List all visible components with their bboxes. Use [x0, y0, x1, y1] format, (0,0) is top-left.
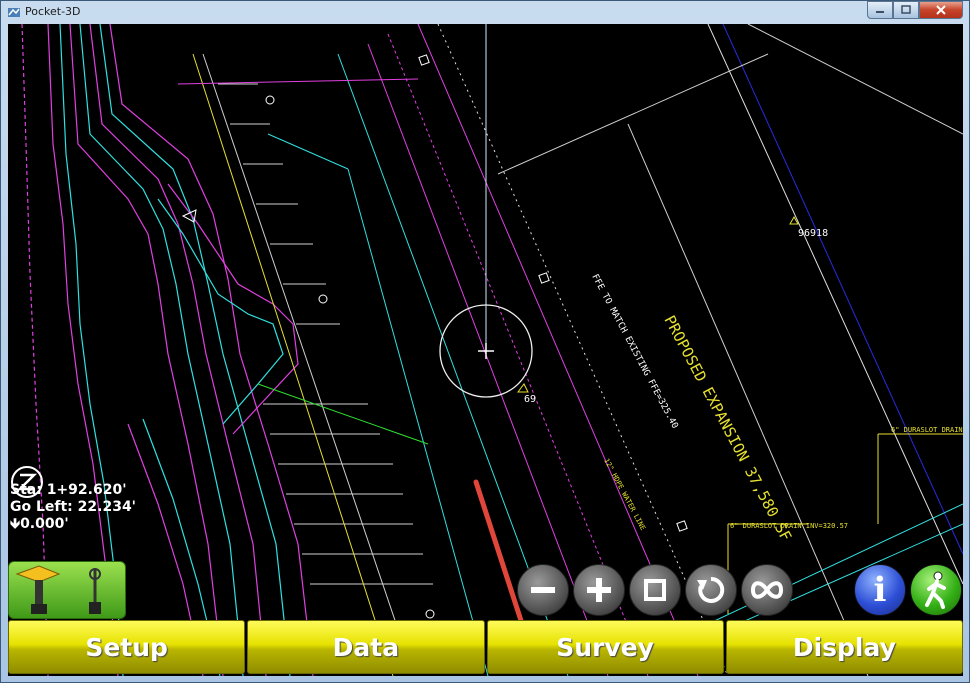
cad-drawing: 96918 69 FFE TO MATCH EXISTING FFE=325.4…	[21, 24, 963, 676]
station-text: Sta: 1+92.620'	[10, 482, 127, 498]
info-icon: i	[873, 570, 887, 610]
minimize-button[interactable]	[867, 1, 893, 19]
square-icon	[644, 579, 666, 601]
station-readout: Sta: 1+92.620' Go Left: 22.234' 🡻0.000'	[10, 482, 136, 533]
app-window: Pocket-3D 96918 69 FFE TO MATCH EXISTING…	[0, 0, 970, 683]
zoom-in-button[interactable]	[573, 564, 625, 616]
close-button[interactable]	[919, 1, 963, 19]
parking-stalls	[202, 53, 433, 645]
gps-rover-icon	[15, 565, 101, 614]
cut-fill-row: 🡻0.000'	[10, 516, 136, 533]
maximize-icon	[901, 5, 911, 14]
window-title: Pocket-3D	[25, 5, 81, 18]
minimize-icon	[876, 11, 884, 13]
app-icon	[8, 8, 20, 17]
tab-setup[interactable]: Setup	[8, 620, 246, 674]
minus-icon	[531, 587, 555, 593]
ffe-note: FFE TO MATCH EXISTING FFE=325.40	[589, 273, 679, 431]
maximize-button[interactable]	[893, 1, 919, 19]
point-label-96918: 96918	[798, 228, 828, 239]
refresh-icon	[697, 576, 725, 603]
zoom-out-button[interactable]	[517, 564, 569, 616]
infinity-button[interactable]	[741, 564, 793, 616]
tab-survey[interactable]: Survey	[486, 620, 724, 674]
close-icon	[936, 5, 946, 15]
walk-button[interactable]	[910, 564, 962, 616]
water-line-label: 12" HDPE WATER LINE	[602, 457, 647, 531]
crosshair-icon	[478, 343, 494, 359]
info-button[interactable]: i	[854, 564, 906, 616]
tab-display[interactable]: Display	[725, 620, 963, 674]
map-canvas[interactable]: 96918 69 FFE TO MATCH EXISTING FFE=325.4…	[8, 24, 963, 676]
plus-icon	[587, 578, 611, 602]
drain-label-right: 6" DURASLOT DRAIN INV	[891, 426, 963, 434]
tab-data[interactable]: Data	[247, 620, 485, 674]
drain-label-bottom: 6" DURASLOT DRAIN INV=320.57	[730, 522, 848, 530]
refresh-button[interactable]	[685, 564, 737, 616]
go-left-text: Go Left: 22.234'	[10, 499, 136, 515]
walking-man-icon	[925, 571, 946, 609]
title-bar: Pocket-3D	[1, 1, 969, 23]
expansion-label: PROPOSED EXPANSION 37,580 SF	[660, 312, 795, 544]
cut-fill-text: 0.000'	[20, 516, 69, 532]
zoom-extents-button[interactable]	[629, 564, 681, 616]
point-label-69: 69	[524, 394, 536, 405]
infinity-icon	[750, 581, 784, 599]
bottom-tab-bar: Setup Data Survey Display	[8, 620, 963, 676]
window-controls	[867, 1, 963, 19]
gps-status-button[interactable]	[8, 561, 126, 619]
down-arrow-icon: 🡻	[10, 516, 21, 532]
